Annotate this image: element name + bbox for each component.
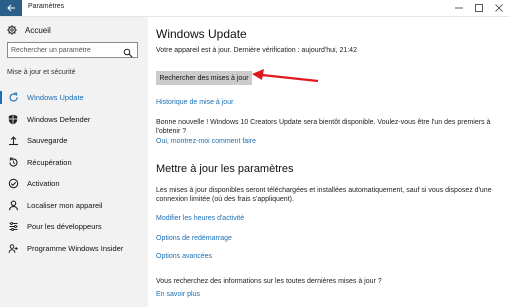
back-arrow-icon: [6, 4, 15, 12]
main-content: Windows Update Votre appareil est à jour…: [148, 17, 509, 307]
sidebar-item-label: Activation: [27, 179, 60, 189]
check-for-updates-button[interactable]: Rechercher des mises à jour: [156, 71, 252, 85]
learn-more-link[interactable]: En savoir plus: [156, 291, 200, 298]
close-icon: [495, 4, 503, 12]
refresh-icon: [7, 92, 19, 104]
maximize-icon: [475, 4, 483, 12]
sidebar-item-sauvegarde[interactable]: Sauvegarde: [0, 130, 148, 152]
update-history-link[interactable]: Historique de mise à jour: [156, 99, 233, 106]
minimize-icon: [455, 7, 463, 9]
sidebar-item-localiser-mon-appareil[interactable]: Localiser mon appareil: [0, 195, 148, 217]
sidebar-item-pour-les-developpeurs[interactable]: Pour les développeurs: [0, 216, 148, 238]
home-link[interactable]: Accueil: [7, 25, 51, 35]
update-status: Votre appareil est à jour. Dernière véri…: [156, 47, 357, 54]
window-controls: [449, 0, 509, 16]
latest-updates-question: Vous recherchez des informations sur les…: [156, 278, 382, 285]
search-input[interactable]: [11, 44, 123, 56]
sidebar-item-recuperation[interactable]: Récupération: [0, 152, 148, 174]
show-me-how-link[interactable]: Oui, montrez-moi comment faire: [156, 138, 256, 145]
sidebar-item-label: Pour les développeurs: [27, 222, 102, 232]
sidebar: Accueil Mise à jour et sécurité Windows …: [0, 17, 148, 307]
search-box[interactable]: [7, 42, 138, 58]
page-title: Windows Update: [156, 27, 247, 41]
gear-icon: [7, 25, 17, 35]
update-settings-info: Les mises à jour disponibles seront télé…: [156, 187, 492, 203]
insider-icon: [7, 242, 19, 254]
title-bar: Paramètres: [0, 0, 509, 17]
window-title: Paramètres: [28, 3, 65, 10]
activation-icon: [7, 178, 19, 190]
advanced-options-link[interactable]: Options avancées: [156, 253, 212, 260]
sidebar-item-windows-update[interactable]: Windows Update: [0, 87, 148, 109]
active-hours-link[interactable]: Modifier les heures d'activité: [156, 215, 244, 222]
sidebar-item-activation[interactable]: Activation: [0, 173, 148, 195]
update-settings-heading: Mettre à jour les paramètres: [156, 163, 294, 175]
section-label: Mise à jour et sécurité: [7, 69, 76, 76]
recovery-icon: [7, 156, 19, 168]
person-icon: [7, 199, 19, 211]
sidebar-item-label: Récupération: [27, 157, 72, 167]
developer-icon: [7, 221, 19, 233]
close-button[interactable]: [489, 0, 509, 16]
sidebar-item-windows-defender[interactable]: Windows Defender: [0, 109, 148, 131]
search-icon[interactable]: [123, 45, 133, 58]
maximize-button[interactable]: [469, 0, 489, 16]
backup-icon: [7, 135, 19, 147]
restart-options-link[interactable]: Options de redémarrage: [156, 235, 232, 242]
sidebar-item-label: Windows Update: [27, 93, 84, 103]
sidebar-item-windows-insider[interactable]: Programme Windows Insider: [0, 238, 148, 260]
shield-icon: [7, 113, 19, 125]
sidebar-item-label: Programme Windows Insider: [27, 243, 124, 253]
minimize-button[interactable]: [449, 0, 469, 16]
sidebar-item-label: Windows Defender: [27, 114, 91, 124]
back-button[interactable]: [0, 0, 22, 16]
home-label: Accueil: [25, 25, 51, 35]
sidebar-item-label: Sauvegarde: [27, 136, 68, 146]
sidebar-item-label: Localiser mon appareil: [27, 200, 103, 210]
sidebar-nav: Windows Update Windows Defender Sauvegar…: [0, 87, 148, 259]
news-message: Bonne nouvelle ! Windows 10 Creators Upd…: [156, 119, 491, 135]
